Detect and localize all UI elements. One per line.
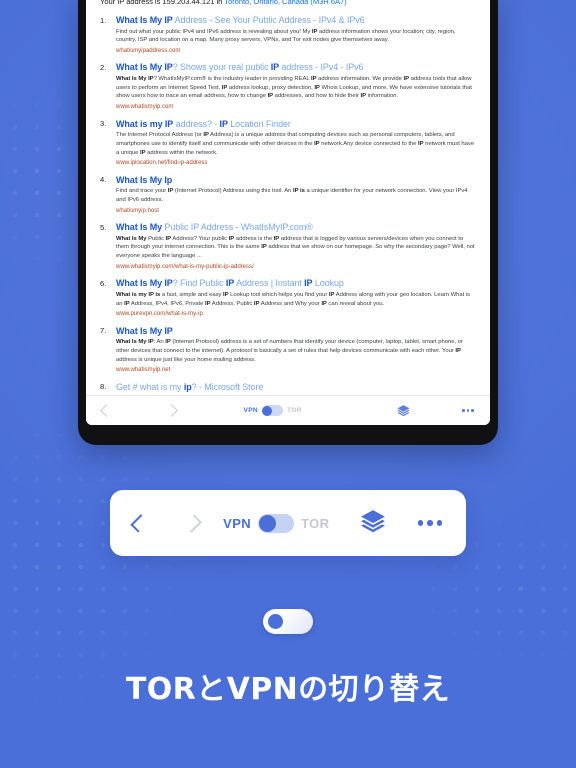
chevron-left-icon[interactable]	[100, 404, 113, 417]
feature-toolbar-card: VPN TOR	[110, 490, 466, 556]
tablet-screen: Your IP address is 159.203.44.121 in Tor…	[86, 0, 490, 425]
result-title-link[interactable]: What is my IP address? - IP Location Fin…	[116, 119, 476, 130]
result-title-link[interactable]: What Is My IP? Find Public IP Address | …	[116, 278, 476, 289]
dot	[427, 520, 433, 526]
ip-status-line: Your IP address is 159.203.44.121 in Tor…	[100, 0, 476, 6]
result-description: What Is My IP? WhatIsMyIP.com® is the in…	[116, 76, 472, 100]
dot	[471, 409, 474, 412]
search-result-item[interactable]: 7. What Is My IP What Is My IP: An IP (I…	[100, 326, 476, 374]
chevron-left-icon[interactable]	[130, 513, 150, 533]
result-title-link[interactable]: What Is My IP? Shows your real public IP…	[116, 62, 476, 73]
result-url[interactable]: www.whatismyip.com	[116, 103, 476, 110]
search-result-item[interactable]: 2. What Is My IP? Shows your real public…	[100, 62, 476, 110]
result-number: 4.	[100, 175, 107, 185]
chevron-right-icon[interactable]	[183, 513, 203, 533]
result-title-link[interactable]: Get # what is my ip? - Microsoft Store	[116, 382, 476, 393]
result-title-link[interactable]: What Is My IP Address - See Your Public …	[116, 15, 476, 26]
result-url[interactable]: whatismyip.host	[116, 207, 476, 214]
result-number: 8.	[100, 382, 107, 392]
tor-label: TOR	[301, 515, 330, 531]
ip-status-prefix: Your IP address is 159.203.44.121 in	[100, 0, 225, 6]
result-description: What Is My Public IP Address? Your publi…	[116, 235, 475, 260]
result-description: What is my IP is a fast, simple and easy…	[116, 291, 471, 307]
result-number: 5.	[100, 222, 107, 232]
result-url[interactable]: www.iplocation.net/find-ip-address	[116, 159, 476, 166]
search-result-item[interactable]: 6. What Is My IP? Find Public IP Address…	[100, 278, 476, 317]
result-title-link[interactable]: What Is My Ip	[116, 175, 476, 186]
more-horizontal-icon[interactable]	[462, 409, 474, 412]
vpn-label: VPN	[243, 407, 258, 414]
search-result-item[interactable]: 3. What is my IP address? - IP Location …	[100, 119, 476, 167]
vpn-tor-toggle-group[interactable]: VPN TOR	[244, 405, 302, 416]
dot	[462, 409, 465, 412]
result-description: What Is My IP: An IP (Internet Protocol)…	[116, 339, 463, 363]
result-description: Find and trace your IP (Internet Protoco…	[116, 188, 468, 203]
switch-knob	[259, 514, 277, 532]
browser-bottom-toolbar: VPN TOR	[86, 395, 490, 425]
dot	[436, 520, 442, 526]
dot	[417, 520, 423, 526]
switch-knob	[266, 612, 285, 631]
result-url[interactable]: www.whatismyip.net	[116, 366, 476, 373]
result-number: 3.	[100, 119, 107, 129]
dot	[466, 409, 470, 412]
tor-label: TOR	[286, 407, 302, 414]
vpn-tor-switch[interactable]	[258, 513, 295, 533]
vpn-tor-toggle-group[interactable]: VPN TOR	[223, 513, 330, 533]
result-number: 2.	[100, 62, 107, 72]
chevron-right-icon[interactable]	[165, 404, 178, 417]
vpn-label: VPN	[223, 515, 252, 531]
more-horizontal-icon[interactable]	[417, 520, 442, 526]
result-number: 6.	[100, 278, 107, 288]
layers-icon[interactable]	[360, 508, 386, 539]
tor-vpn-switch[interactable]	[263, 609, 313, 634]
search-result-item[interactable]: 5. What Is My Public IP Address - WhatIs…	[100, 222, 476, 270]
search-result-item[interactable]: 4. What Is My Ip Find and trace your IP …	[100, 175, 476, 214]
result-description: The Internet Protocol Address (or IP Add…	[116, 132, 475, 156]
vpn-tor-switch[interactable]	[261, 405, 283, 416]
result-url[interactable]: whatismyipaddress.com	[116, 47, 476, 54]
result-title-link[interactable]: What Is My Public IP Address - WhatIsMyI…	[116, 222, 476, 233]
result-title-link[interactable]: What Is My IP	[116, 326, 476, 337]
search-result-item[interactable]: 8. Get # what is my ip? - Microsoft Stor…	[100, 382, 476, 395]
switch-knob	[262, 405, 273, 416]
result-url[interactable]: www.whatismyip.com/what-is-my-public-ip-…	[116, 263, 476, 270]
search-result-item[interactable]: 1. What Is My IP Address - See Your Publ…	[100, 15, 476, 54]
result-description: Find out what your public IPv4 and IPv6 …	[116, 28, 456, 44]
tablet-device-frame: Your IP address is 159.203.44.121 in Tor…	[78, 0, 498, 445]
layers-icon[interactable]	[397, 404, 410, 417]
ip-location-link[interactable]: Toronto, Ontario, Canada (M3H 6A7)	[224, 0, 346, 6]
result-number: 7.	[100, 326, 107, 336]
result-number: 1.	[100, 15, 107, 25]
search-results-page: Your IP address is 159.203.44.121 in Tor…	[86, 0, 490, 395]
caption-text: TORとVPNの切り替え	[125, 672, 451, 707]
result-url[interactable]: www.purevpn.com/what-is-my-ip	[116, 310, 476, 317]
